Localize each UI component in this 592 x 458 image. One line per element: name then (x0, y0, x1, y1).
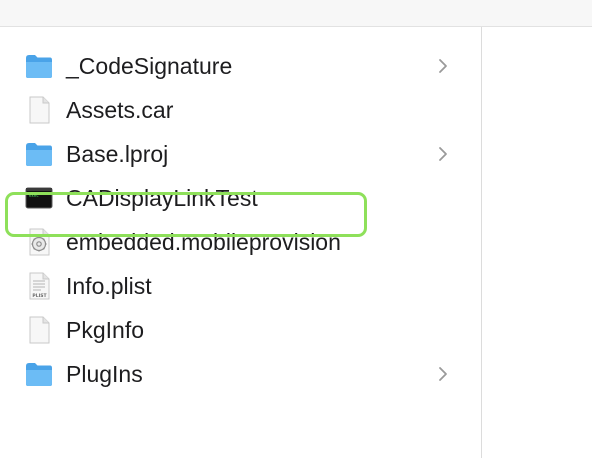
svg-text:exec: exec (29, 193, 39, 198)
file-name: Base.lproj (66, 141, 169, 167)
chevron-right-icon[interactable] (436, 144, 450, 164)
svg-text:PLIST: PLIST (32, 293, 47, 299)
list-item-plugins[interactable]: PlugIns (0, 352, 481, 396)
file-name: CADisplayLinkTest (66, 185, 258, 211)
folder-icon (24, 360, 54, 388)
file-name: Assets.car (66, 97, 174, 123)
list-item-info-plist[interactable]: PLIST Info.plist (0, 264, 481, 308)
preview-column (482, 27, 592, 458)
executable-icon: exec (24, 184, 54, 212)
list-item-pkginfo[interactable]: PkgInfo (0, 308, 481, 352)
document-icon (24, 96, 54, 124)
document-icon (24, 316, 54, 344)
list-item-base-lproj[interactable]: Base.lproj (0, 132, 481, 176)
provision-icon (24, 228, 54, 256)
list-item-cadisplaylinktest[interactable]: exec CADisplayLinkTest (0, 176, 481, 220)
file-list: _CodeSignature Assets.car Base.lproj exe… (0, 44, 481, 396)
folder-icon (24, 52, 54, 80)
file-name: embedded.mobileprovision (66, 229, 341, 255)
file-name: PlugIns (66, 361, 143, 387)
list-item-assets-car[interactable]: Assets.car (0, 88, 481, 132)
file-name: _CodeSignature (66, 53, 233, 79)
chevron-right-icon[interactable] (436, 56, 450, 76)
file-name: PkgInfo (66, 317, 144, 343)
folder-icon (24, 140, 54, 168)
chevron-right-icon[interactable] (436, 364, 450, 384)
list-item-embedded-mobileprovision[interactable]: embedded.mobileprovision (0, 220, 481, 264)
list-item-codesignature[interactable]: _CodeSignature (0, 44, 481, 88)
plist-icon: PLIST (24, 272, 54, 300)
toolbar-strip (0, 0, 592, 27)
finder-column: _CodeSignature Assets.car Base.lproj exe… (0, 27, 481, 458)
file-name: Info.plist (66, 273, 152, 299)
